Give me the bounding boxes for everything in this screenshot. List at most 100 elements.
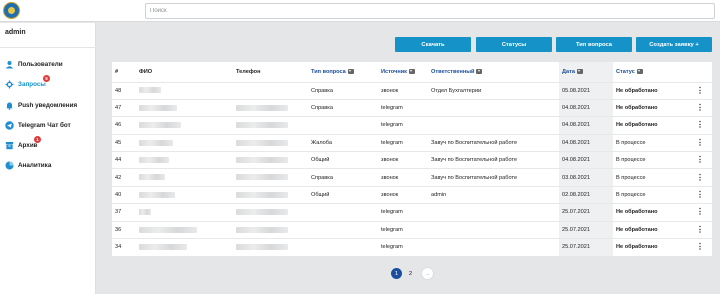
table-row[interactable]: 37 telegram 25.07.2021 Не обработано ⋮ (112, 203, 712, 222)
redacted-text (236, 244, 288, 251)
cell-date: 02.08.2021 (559, 185, 613, 204)
col-header-label: Статус (616, 68, 635, 75)
col-header-type[interactable]: Тип вопроса (308, 62, 378, 82)
cell-phone (233, 98, 308, 117)
col-header-source[interactable]: Источник (378, 62, 428, 82)
row-menu-icon[interactable]: ⋮ (685, 98, 712, 117)
row-menu-icon[interactable]: ⋮ (685, 220, 712, 239)
row-menu-icon[interactable]: ⋮ (685, 116, 712, 135)
table-row[interactable]: 46 telegram 04.08.2021 Не обработано ⋮ (112, 116, 712, 135)
cell-phone (233, 203, 308, 222)
cell-responsible: Завуч по Воспитательной работе (428, 133, 559, 152)
col-header-status[interactable]: Статус (613, 62, 685, 82)
row-menu-icon[interactable]: ⋮ (685, 203, 712, 222)
request-type-button[interactable]: Тип вопроса (556, 37, 632, 52)
cell-status: В процессе (613, 185, 685, 204)
table-row[interactable]: 42 Справка звонок Завуч по Воспитательно… (112, 168, 712, 187)
cell-num: 42 (112, 168, 136, 187)
statuses-button[interactable]: Статусы (476, 37, 552, 52)
cell-responsible (428, 98, 559, 117)
cell-fio (136, 238, 233, 256)
table-row[interactable]: 44 Общий звонок Завуч по Воспитательной … (112, 151, 712, 169)
cell-num: 48 (112, 81, 136, 100)
sidebar-item-analytics[interactable]: Аналитика (5, 159, 51, 171)
row-menu-icon[interactable]: ⋮ (685, 238, 712, 256)
col-header-fio: ФИО (139, 68, 153, 75)
redacted-text (236, 104, 288, 111)
sidebar-item-label: Запросы (18, 80, 46, 88)
cell-date: 03.08.2021 (559, 168, 613, 187)
col-header-date[interactable]: Дата (559, 62, 613, 82)
page-button-2[interactable]: 2 (405, 268, 416, 279)
table-row[interactable]: 40 Общий звонок admin 02.08.2021 В проце… (112, 185, 712, 204)
row-menu-icon[interactable]: ⋮ (685, 81, 712, 100)
table-row[interactable]: 45 Жалоба telegram Завуч по Воспитательн… (112, 133, 712, 152)
cell-fio (136, 185, 233, 204)
table-row[interactable]: 36 telegram 25.07.2021 Не обработано ⋮ (112, 220, 712, 239)
cell-source: звонок (378, 81, 428, 100)
redacted-text (139, 122, 181, 129)
cell-responsible (428, 238, 559, 256)
cell-type (308, 238, 378, 256)
row-menu-icon[interactable]: ⋮ (685, 151, 712, 169)
cell-phone (233, 220, 308, 239)
create-request-button[interactable]: Создать заявку + (636, 37, 712, 52)
current-user: admin (5, 29, 26, 36)
cell-type (308, 203, 378, 222)
sort-dropdown-icon[interactable] (408, 68, 415, 74)
sidebar-item-users[interactable]: Пользователи (5, 58, 63, 70)
redacted-text (236, 139, 288, 146)
cell-num: 36 (112, 220, 136, 239)
cell-source: telegram (378, 238, 428, 256)
telegram-icon (5, 120, 14, 130)
cell-source: telegram (378, 220, 428, 239)
row-menu-icon[interactable]: ⋮ (685, 168, 712, 187)
logo-emblem[interactable] (3, 2, 20, 19)
cell-num: 45 (112, 133, 136, 152)
cell-num: 40 (112, 185, 136, 204)
table-row[interactable]: 34 telegram 25.07.2021 Не обработано ⋮ (112, 238, 712, 256)
cell-type: Общий (308, 185, 378, 204)
cell-phone (233, 116, 308, 135)
sidebar-item-telegram[interactable]: Telegram Чат бот (5, 119, 71, 131)
col-header-responsible[interactable]: Ответственный (428, 62, 559, 82)
cell-source: звонок (378, 185, 428, 204)
download-button[interactable]: Скачать (395, 37, 471, 52)
sidebar-item-requests[interactable]: Запросы 6 (5, 75, 50, 90)
sort-dropdown-icon[interactable] (636, 68, 643, 74)
cell-num: 44 (112, 151, 136, 169)
cell-type: Справка (308, 168, 378, 187)
cell-status: Не обработано (613, 203, 685, 222)
redacted-text (139, 87, 161, 94)
cell-fio (136, 133, 233, 152)
row-menu-icon[interactable]: ⋮ (685, 133, 712, 152)
cell-fio (136, 203, 233, 222)
cell-date: 04.08.2021 (559, 116, 613, 135)
requests-table-card: # ФИО Телефон Тип вопроса Источник Ответ… (112, 62, 712, 256)
cell-status: Не обработано (613, 116, 685, 135)
cell-responsible: Отдел Бухгалтерии (428, 81, 559, 100)
col-header-label: Тип вопроса (311, 68, 346, 75)
sort-dropdown-icon[interactable] (347, 68, 354, 74)
cell-fio (136, 220, 233, 239)
sort-dropdown-icon[interactable] (476, 68, 483, 74)
cell-status: Не обработано (613, 98, 685, 117)
top-bar (0, 0, 720, 22)
sort-dropdown-icon[interactable] (576, 68, 583, 74)
page-button-1[interactable]: 1 (391, 268, 402, 279)
sidebar-item-push[interactable]: Push уведомления (5, 99, 77, 111)
search-input[interactable] (145, 3, 715, 19)
redacted-text (236, 209, 288, 216)
table-row[interactable]: 47 Справка telegram 04.08.2021 Не обрабо… (112, 98, 712, 117)
redacted-text (139, 209, 151, 216)
cell-fio (136, 98, 233, 117)
redacted-text (139, 244, 187, 251)
col-header-label: Источник (381, 68, 407, 75)
table-row[interactable]: 48 Справка звонок Отдел Бухгалтерии 05.0… (112, 81, 712, 100)
next-page-arrow-icon[interactable]: → (421, 267, 434, 280)
cell-phone (233, 168, 308, 187)
cell-fio (136, 116, 233, 135)
sidebar-item-archive[interactable]: Архив 1 (5, 136, 41, 151)
cell-date: 25.07.2021 (559, 238, 613, 256)
row-menu-icon[interactable]: ⋮ (685, 185, 712, 204)
